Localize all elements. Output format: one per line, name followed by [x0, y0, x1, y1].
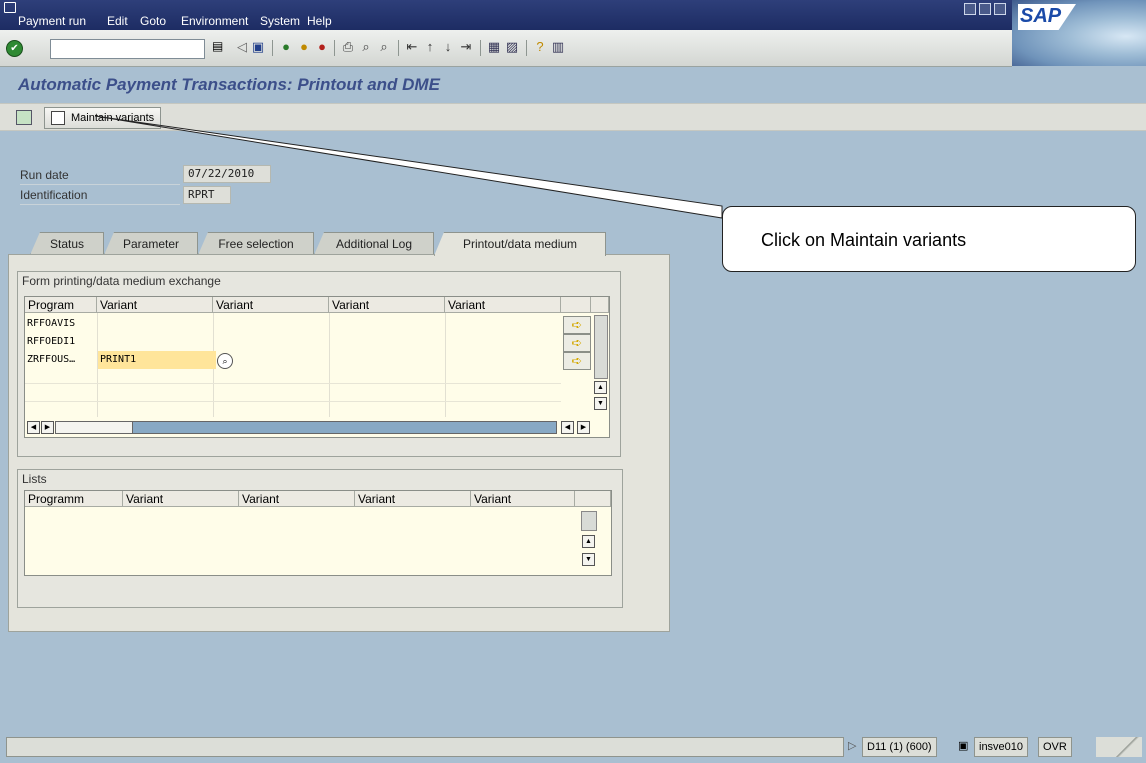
tab-panel: Form printing/data medium exchange Progr… — [8, 254, 670, 632]
tab-free-selection[interactable]: Free selection — [198, 232, 314, 255]
scroll-up-icon[interactable]: ▲ — [594, 381, 607, 394]
column-header: Variant — [97, 297, 213, 313]
table-row-program: RFFOEDI1 — [27, 336, 76, 347]
variant-input[interactable]: PRINT1 — [98, 351, 216, 369]
group-title: Form printing/data medium exchange — [22, 274, 221, 288]
arrow-right-icon[interactable]: ➪ — [563, 316, 591, 334]
column-header: Variant — [445, 297, 561, 313]
table-row-program: RFFOAVIS — [27, 318, 76, 329]
run-date-value: 07/22/2010 — [183, 165, 271, 183]
arrow-right-icon[interactable]: ➪ — [563, 334, 591, 352]
scroll-down-icon[interactable]: ▼ — [594, 397, 607, 410]
scroll-right-icon[interactable]: ▶ — [577, 421, 590, 434]
scroll-down-icon[interactable]: ▼ — [582, 553, 595, 566]
tab-status[interactable]: Status — [30, 232, 104, 255]
arrow-right-icon[interactable]: ➪ — [563, 352, 591, 370]
column-header: Programm — [25, 491, 123, 507]
server-info: insve010 — [974, 737, 1029, 757]
status-bar: ▷ D11 (1) (600) ▣ insve010 OVR — [6, 737, 1146, 759]
value-help-icon[interactable]: ⌕ — [217, 353, 233, 369]
form-printing-group: Form printing/data medium exchange Progr… — [17, 271, 621, 457]
system-info[interactable]: D11 (1) (600) — [862, 737, 937, 757]
run-date-label: Run date — [20, 167, 180, 185]
table-row-program: ZRFFOUS… — [27, 354, 76, 365]
column-header: Variant — [355, 491, 471, 507]
horizontal-scrollbar[interactable] — [55, 421, 557, 434]
column-header: Program — [25, 297, 97, 313]
instruction-callout: Click on Maintain variants — [722, 206, 1136, 272]
status-message-area — [6, 737, 844, 757]
vertical-scrollbar[interactable] — [594, 315, 608, 379]
form-printing-table: Program Variant Variant Variant Variant … — [24, 296, 610, 438]
tab-parameter[interactable]: Parameter — [104, 232, 198, 255]
scroll-left-icon[interactable]: ◀ — [561, 421, 574, 434]
column-header: Variant — [213, 297, 329, 313]
tab-additional-log[interactable]: Additional Log — [314, 232, 434, 255]
identification-value: RPRT — [183, 186, 231, 204]
group-title: Lists — [22, 472, 47, 486]
status-expand-icon[interactable]: ▷ — [848, 739, 856, 752]
resize-grip-icon[interactable] — [1096, 737, 1142, 757]
lists-table: Programm Variant Variant Variant Variant… — [24, 490, 612, 576]
scroll-right-icon[interactable]: ▶ — [41, 421, 54, 434]
identification-label: Identification — [20, 187, 180, 205]
scroll-up-icon[interactable]: ▲ — [582, 535, 595, 548]
vertical-scrollbar[interactable] — [581, 511, 597, 531]
insert-mode[interactable]: OVR — [1038, 737, 1072, 757]
column-header: Variant — [123, 491, 239, 507]
tab-printout-data-medium[interactable]: Printout/data medium — [434, 232, 606, 256]
scroll-left-icon[interactable]: ◀ — [27, 421, 40, 434]
column-header: Variant — [239, 491, 355, 507]
column-header: Variant — [329, 297, 445, 313]
lists-group: Lists Programm Variant Variant Variant V… — [17, 469, 623, 608]
column-header: Variant — [471, 491, 575, 507]
status-info-icon[interactable]: ▣ — [958, 739, 968, 752]
